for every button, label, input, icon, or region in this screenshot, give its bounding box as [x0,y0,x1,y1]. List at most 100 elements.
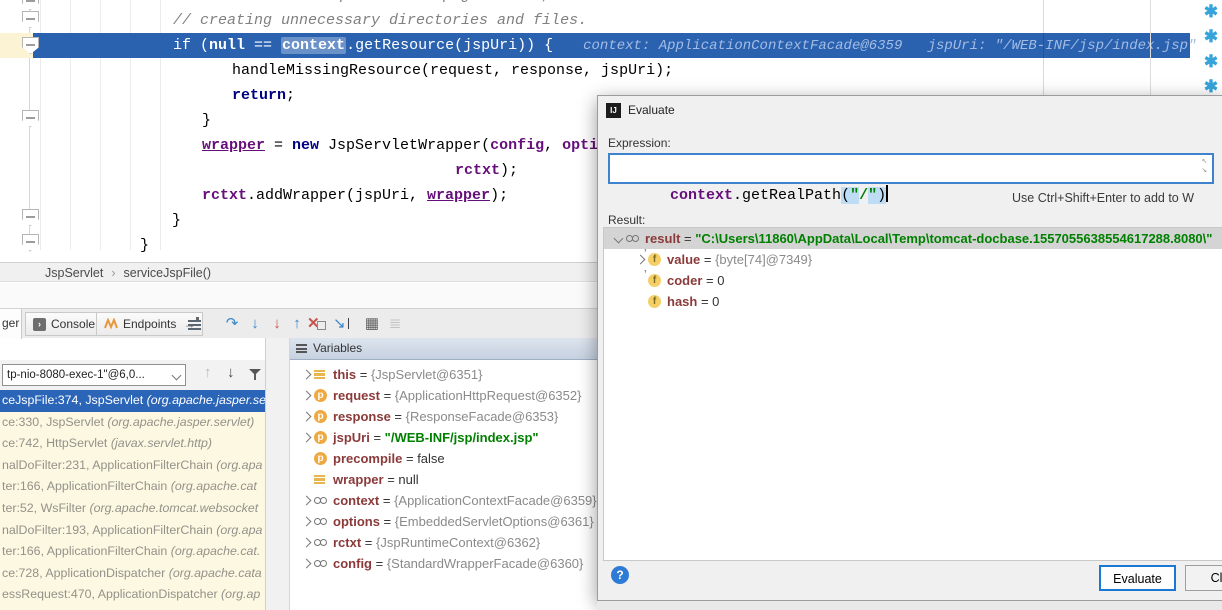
stack-frame[interactable]: ter:166, ApplicationFilterChain (org.apa… [0,541,265,563]
gear-icon[interactable]: ✱ [1201,77,1221,97]
collapse-chevron[interactable] [610,235,626,242]
stack-frame[interactable]: nalDoFilter:193, ApplicationFilterChain … [0,520,265,542]
expand-chevron[interactable] [298,497,314,504]
editor-gear-stripe: ✱ ✱ ✱ ✱ [1201,0,1222,100]
stack-frame[interactable]: ward:383, ApplicationDispatcher (org.apa… [0,606,265,610]
expand-chevron[interactable] [298,392,314,399]
frame-location: nalDoFilter:231, ApplicationFilterChain [2,458,216,472]
code-token: // Check if the requested JSP page exist… [173,0,632,4]
drop-frame-icon[interactable]: ✕ [307,315,320,332]
result-value: "C:\Users\11860\AppData\Local\Temp\tomca… [695,231,1212,246]
breadcrumb-class[interactable]: JspServlet [45,266,103,280]
result-row[interactable]: result = "C:\Users\11860\AppData\Local\T… [604,228,1222,249]
code-token: .getResource(jspUri)) { [346,37,553,54]
expression-token: ) [877,187,886,204]
expand-chevron[interactable] [298,371,314,378]
menu-icon[interactable] [296,343,307,355]
watch-glasses-icon [314,518,327,525]
expand-chevron[interactable] [298,539,314,546]
stack-frame[interactable]: ce:742, HttpServlet (javax.servlet.http) [0,433,265,455]
watch-glasses-icon [314,560,327,567]
frame-package: (org.apa [216,458,262,472]
parameter-icon: p [314,410,327,423]
next-frame-icon[interactable]: ↓ [227,364,235,381]
run-to-cursor-icon[interactable]: ↘ [330,309,352,339]
frame-location: ce:728, ApplicationDispatcher [2,566,169,580]
variable-name: config [333,556,372,571]
filter-icon[interactable] [249,369,261,380]
code-token: ); [490,187,508,204]
variable-name: wrapper [333,472,384,487]
thread-dropdown[interactable]: tp-nio-8080-exec-1"@6,0... [2,364,186,386]
variables-header-label: Variables [313,338,362,359]
current-execution-line[interactable]: if (null == context.getResource(jspUri))… [0,33,1222,58]
tab-console-label: Console [51,317,95,331]
code-line[interactable]: // creating unnecessary directories and … [0,8,1222,33]
step-out-icon[interactable]: ↑ [288,309,306,339]
result-tree: result = "C:\Users\11860\AppData\Local\T… [603,227,1222,561]
stack-frame[interactable]: nalDoFilter:231, ApplicationFilterChain … [0,455,265,477]
stack-frame[interactable]: ce:728, ApplicationDispatcher (org.apach… [0,563,265,585]
frame-package: (org.apache.jasper.servlet) [107,415,254,429]
step-into-icon[interactable]: ↓ [246,309,264,339]
expand-chevron[interactable] [298,518,314,525]
variable-name: context [333,493,379,508]
code-token: ; [286,87,295,104]
code-token: } [140,237,149,254]
expression-token: .getRealPath [733,187,841,204]
gear-icon[interactable]: ✱ [1201,27,1221,47]
variable-value: "/WEB-INF/jsp/index.jsp" [385,430,539,445]
code-token: config [490,137,544,154]
ide-window: // Check if the requested JSP page exist… [0,0,1222,610]
code-token: wrapper [202,137,265,154]
help-icon[interactable]: ? [611,566,629,584]
code-line[interactable]: handleMissingResource(request, response,… [0,58,1222,83]
code-line[interactable]: // Check if the requested JSP page exist… [0,0,1222,8]
result-row[interactable]: fvalue = {byte[74]@7349} [604,249,1222,270]
layout-menu-icon[interactable] [188,309,206,339]
equals-sign: = [380,388,395,403]
code-token: , [544,137,562,154]
stack-frame[interactable]: ter:52, WsFilter (org.apache.tomcat.webs… [0,498,265,520]
result-row[interactable]: fhash = 0 [604,291,1222,312]
expression-input[interactable]: context.getRealPath("/") ↖↘ [608,153,1214,184]
parameter-icon: p [314,389,327,402]
gear-icon[interactable]: ✱ [1201,52,1221,72]
evaluate-button[interactable]: Evaluate [1099,565,1176,591]
parameter-icon: p [314,452,327,465]
previous-frame-icon[interactable]: ↑ [204,364,212,381]
variable-value: {JspServlet@6351} [371,367,483,382]
step-over-icon[interactable]: ↷ [222,309,242,339]
gear-icon[interactable]: ✱ [1201,2,1221,22]
breadcrumb-method[interactable]: serviceJspFile() [124,266,212,280]
variable-name: this [333,367,356,382]
close-button-partial[interactable]: Clo [1185,565,1222,591]
local-variable-icon [314,368,325,381]
variable-value: null [398,472,418,487]
watch-glasses-icon [314,539,327,546]
expand-chevron[interactable] [298,560,314,567]
tab-debugger-partial[interactable]: ger [0,309,22,339]
collapse-all-icon[interactable]: ≣ [385,309,405,339]
stack-frame[interactable]: ceJspFile:374, JspServlet (org.apache.ja… [0,390,265,412]
expand-input-icon[interactable]: ↖↘ [1202,157,1207,175]
stack-frame[interactable]: ter:166, ApplicationFilterChain (org.apa… [0,476,265,498]
expand-chevron[interactable] [298,413,314,420]
result-row[interactable]: fcoder = 0 [604,270,1222,291]
frame-package: (org.apache.tomcat.websocket [89,501,258,515]
variable-name: response [333,409,391,424]
stack-frame[interactable]: ce:330, JspServlet (org.apache.jasper.se… [0,412,265,434]
code-token: context [281,37,346,54]
frame-location: essRequest:470, ApplicationDispatcher [2,587,221,601]
force-step-into-icon[interactable]: ↓ [268,309,286,339]
expand-chevron[interactable] [298,434,314,441]
evaluate-expression-icon[interactable]: ▦ [362,309,382,339]
stack-frame[interactable]: essRequest:470, ApplicationDispatcher (o… [0,584,265,606]
variable-name: rctxt [333,535,361,550]
equals-sign: = [391,409,406,424]
variable-value: {ResponseFacade@6353} [406,409,559,424]
dialog-titlebar[interactable]: IJ Evaluate [598,96,1222,124]
frame-location: ter:166, ApplicationFilterChain [2,479,171,493]
result-name: result [645,231,680,246]
code-token: new [292,137,319,154]
